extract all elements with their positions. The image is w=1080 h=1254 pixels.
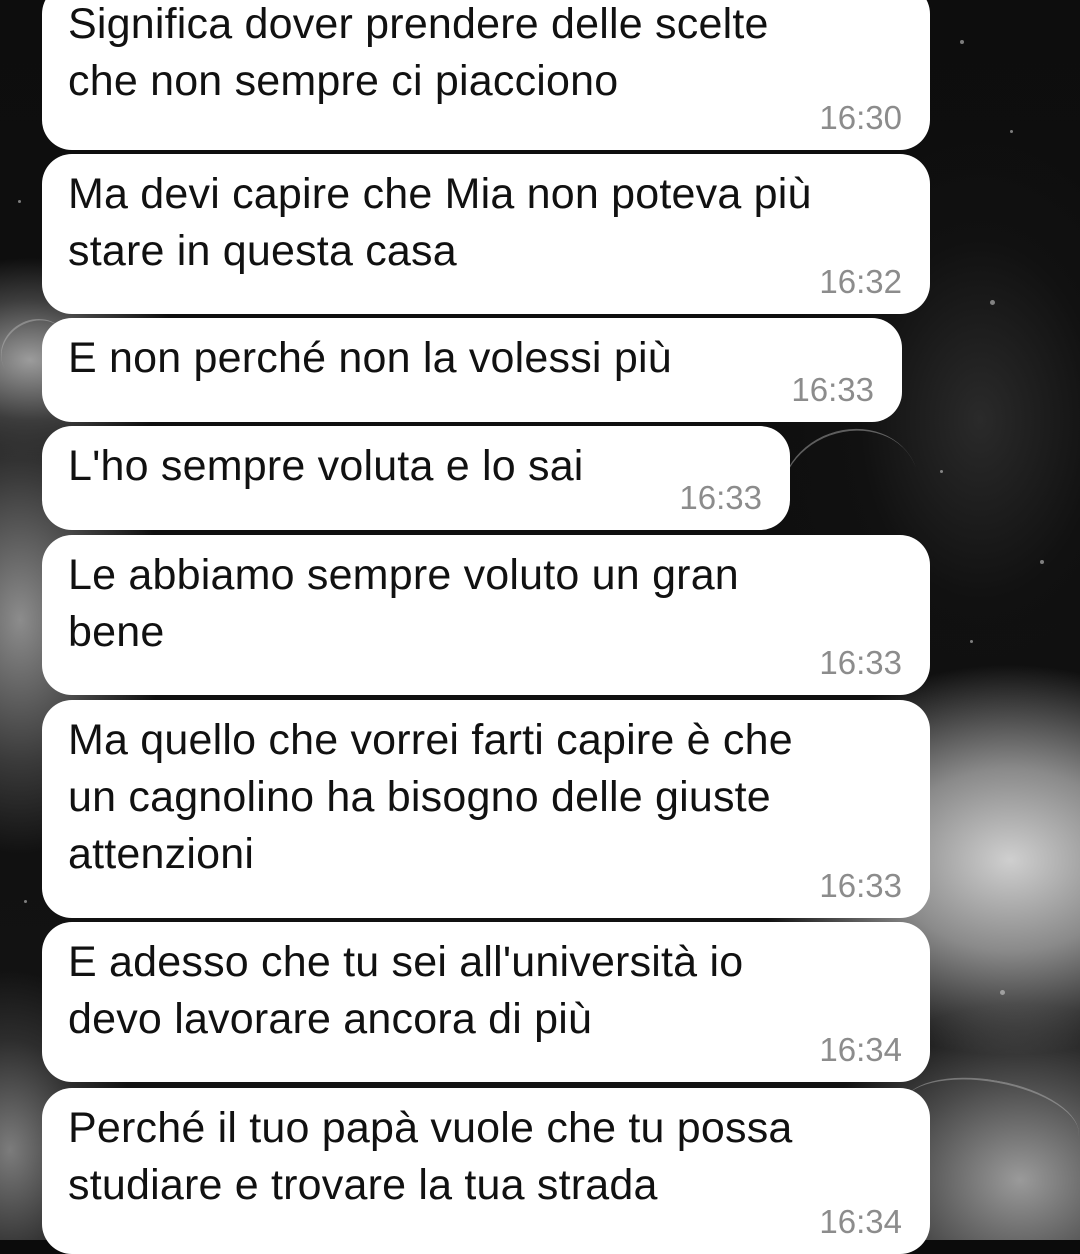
message-text: Le abbiamo sempre voluto un gran bene bbox=[68, 551, 739, 656]
message-list: Significa dover prendere delle scelte ch… bbox=[0, 0, 1080, 1254]
message-timestamp: 16:34 bbox=[819, 1203, 902, 1240]
message-text: Perché il tuo papà vuole che tu possa st… bbox=[68, 1104, 793, 1209]
message-bubble[interactable]: Le abbiamo sempre voluto un gran bene 16… bbox=[42, 535, 930, 695]
message-bubble[interactable]: Significa dover prendere delle scelte ch… bbox=[42, 0, 930, 150]
message-bubble[interactable]: E non perché non la volessi più 16:33 bbox=[42, 318, 902, 422]
message-text: Ma devi capire che Mia non poteva più st… bbox=[68, 170, 812, 275]
message-timestamp: 16:33 bbox=[819, 867, 902, 904]
message-bubble[interactable]: Perché il tuo papà vuole che tu possa st… bbox=[42, 1088, 930, 1254]
message-timestamp: 16:30 bbox=[819, 99, 902, 136]
message-text: Significa dover prendere delle scelte ch… bbox=[68, 0, 769, 105]
message-bubble[interactable]: L'ho sempre voluta e lo sai 16:33 bbox=[42, 426, 790, 530]
message-text: L'ho sempre voluta e lo sai bbox=[68, 442, 584, 490]
message-bubble[interactable]: E adesso che tu sei all'università io de… bbox=[42, 922, 930, 1082]
message-timestamp: 16:34 bbox=[819, 1031, 902, 1068]
message-timestamp: 16:33 bbox=[679, 479, 762, 516]
message-text: Ma quello che vorrei farti capire è che … bbox=[68, 716, 793, 878]
message-text: E non perché non la volessi più bbox=[68, 334, 672, 382]
message-timestamp: 16:33 bbox=[791, 371, 874, 408]
message-timestamp: 16:32 bbox=[819, 263, 902, 300]
message-bubble[interactable]: Ma quello che vorrei farti capire è che … bbox=[42, 700, 930, 918]
message-text: E adesso che tu sei all'università io de… bbox=[68, 938, 744, 1043]
message-bubble[interactable]: Ma devi capire che Mia non poteva più st… bbox=[42, 154, 930, 314]
message-timestamp: 16:33 bbox=[819, 644, 902, 681]
